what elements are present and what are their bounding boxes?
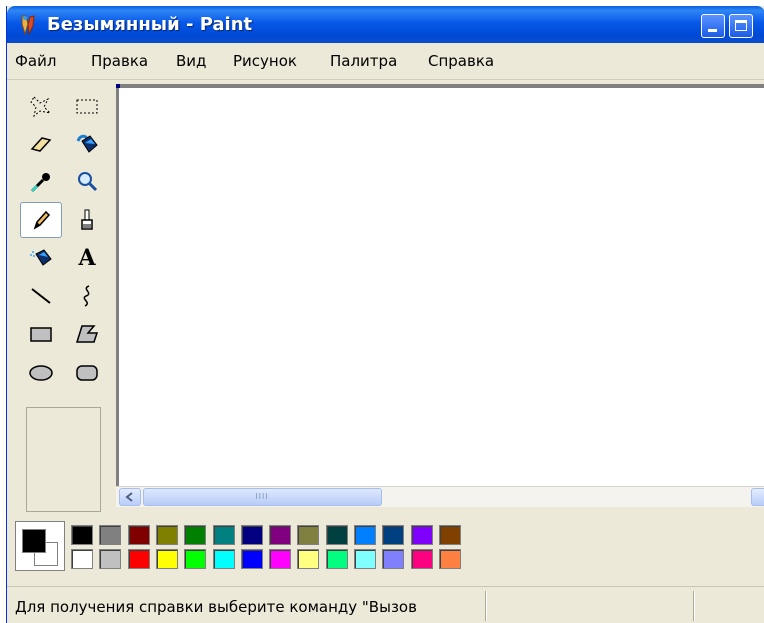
color-swatch[interactable] <box>411 549 433 569</box>
polygon-icon <box>75 325 99 343</box>
tool-eraser[interactable] <box>20 126 62 162</box>
tool-rect-select[interactable] <box>66 88 108 124</box>
free-form-select-icon <box>30 96 52 118</box>
tool-rounded-rect[interactable] <box>66 354 108 390</box>
eraser-icon <box>30 137 52 152</box>
magnifier-icon <box>78 172 98 192</box>
tool-airbrush[interactable] <box>20 240 62 276</box>
tool-polygon[interactable] <box>66 316 108 352</box>
maximize-icon <box>735 20 747 31</box>
maximize-button[interactable] <box>729 14 753 38</box>
tool-line[interactable] <box>20 278 62 314</box>
horizontal-scrollbar[interactable]: IIII <box>116 486 764 507</box>
color-swatch[interactable] <box>71 549 93 569</box>
rect-select-icon <box>76 99 98 114</box>
status-divider <box>693 591 695 621</box>
color-swatch[interactable] <box>156 525 178 545</box>
menu-bar: Файл Правка Вид Рисунок Палитра Справка <box>7 43 764 80</box>
menu-edit[interactable]: Правка <box>91 52 148 70</box>
menu-help[interactable]: Справка <box>428 52 494 70</box>
title-bar[interactable]: Безымянный - Paint <box>7 6 764 43</box>
paint-window: Безымянный - Paint Файл Правка Вид Рисун… <box>6 6 764 623</box>
status-divider <box>485 591 487 621</box>
tool-magnifier[interactable] <box>66 164 108 200</box>
paint-app-icon <box>21 15 35 36</box>
color-swatch[interactable] <box>269 549 291 569</box>
rounded-rect-icon <box>76 365 98 381</box>
tool-fill[interactable] <box>66 126 108 162</box>
color-swatch[interactable] <box>128 525 150 545</box>
color-swatch[interactable] <box>439 549 461 569</box>
canvas-area <box>116 84 764 486</box>
scroll-grip: IIII <box>255 492 269 501</box>
color-swatch[interactable] <box>297 549 319 569</box>
brush-icon <box>81 209 93 230</box>
menu-colors[interactable]: Палитра <box>330 52 397 70</box>
color-swatch[interactable] <box>71 525 93 545</box>
status-bar: Для получения справки выберите команду "… <box>7 586 764 623</box>
color-swatch[interactable] <box>354 549 376 569</box>
color-swatch[interactable] <box>241 549 263 569</box>
tool-pencil[interactable] <box>20 202 62 238</box>
pencil-icon <box>33 210 51 230</box>
ellipse-icon <box>29 365 53 381</box>
status-text: Для получения справки выберите команду "… <box>15 598 417 616</box>
fill-bucket-icon <box>76 134 98 153</box>
color-swatch[interactable] <box>382 549 404 569</box>
rectangle-icon <box>30 327 52 342</box>
tool-rectangle[interactable] <box>20 316 62 352</box>
scroll-right-button[interactable] <box>751 488 764 506</box>
arrow-left-icon <box>125 492 133 502</box>
color-swatch[interactable] <box>269 525 291 545</box>
tool-text[interactable]: A <box>66 240 108 276</box>
color-swatch[interactable] <box>184 525 206 545</box>
color-swatch[interactable] <box>213 525 235 545</box>
scroll-thumb[interactable]: IIII <box>143 488 382 506</box>
minimize-icon <box>708 29 717 32</box>
color-palette <box>7 512 764 584</box>
tool-free-form-select[interactable] <box>20 88 62 124</box>
drawing-canvas[interactable] <box>119 88 764 486</box>
airbrush-icon <box>30 249 52 266</box>
current-colors[interactable] <box>15 521 65 571</box>
scroll-left-button[interactable] <box>119 488 141 506</box>
minimize-button[interactable] <box>701 14 725 38</box>
color-swatch[interactable] <box>411 525 433 545</box>
color-swatch[interactable] <box>213 549 235 569</box>
color-swatch[interactable] <box>382 525 404 545</box>
foreground-color-swatch <box>22 529 46 553</box>
color-picker-icon <box>30 173 50 193</box>
curve-icon <box>83 285 90 307</box>
color-swatch[interactable] <box>439 525 461 545</box>
tool-ellipse[interactable] <box>20 354 62 390</box>
color-swatch[interactable] <box>99 549 121 569</box>
window-title: Безымянный - Paint <box>47 14 253 35</box>
menu-image[interactable]: Рисунок <box>233 52 297 70</box>
color-swatch[interactable] <box>297 525 319 545</box>
canvas-resize-handle[interactable] <box>116 84 120 88</box>
color-swatch[interactable] <box>184 549 206 569</box>
color-swatch[interactable] <box>241 525 263 545</box>
menu-file[interactable]: Файл <box>15 52 56 70</box>
text-icon: A <box>78 245 96 271</box>
color-swatch[interactable] <box>128 549 150 569</box>
color-swatch[interactable] <box>156 549 178 569</box>
menu-view[interactable]: Вид <box>176 52 206 70</box>
color-swatch[interactable] <box>326 549 348 569</box>
tool-brush[interactable] <box>66 202 108 238</box>
color-swatch[interactable] <box>354 525 376 545</box>
line-icon <box>31 288 51 304</box>
color-swatch[interactable] <box>326 525 348 545</box>
tool-options-box[interactable] <box>26 407 101 512</box>
color-swatch[interactable] <box>99 525 121 545</box>
tool-curve[interactable] <box>66 278 108 314</box>
tool-color-picker[interactable] <box>20 164 62 200</box>
